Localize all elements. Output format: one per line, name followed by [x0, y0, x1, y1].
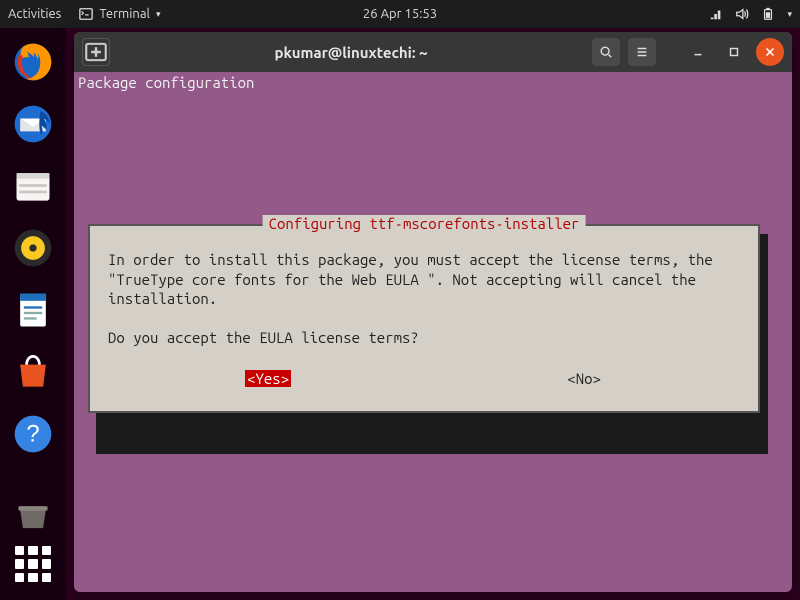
svg-text:?: ?: [26, 420, 39, 447]
focused-app-label: Terminal: [99, 7, 150, 21]
volume-icon: [735, 7, 749, 21]
gnome-topbar: Activities Terminal ▾ 26 Apr 15:53 ▾: [0, 0, 800, 28]
firefox-icon: [11, 40, 55, 84]
package-config-header: Package configuration: [74, 72, 792, 93]
thunderbird-icon: [11, 102, 55, 146]
clock[interactable]: 26 Apr 15:53: [363, 7, 437, 21]
minimize-icon: [691, 45, 705, 59]
dialog-no-button[interactable]: <No>: [565, 370, 603, 387]
focused-app-menu[interactable]: Terminal ▾: [79, 7, 160, 21]
network-icon: [709, 7, 723, 21]
dock-item-help[interactable]: ?: [7, 408, 59, 460]
system-tray[interactable]: ▾: [709, 7, 792, 21]
chevron-down-icon: ▾: [787, 9, 792, 20]
rhythmbox-icon: [11, 226, 55, 270]
software-icon: [11, 350, 55, 394]
dialog-body-text: In order to install this package, you mu…: [108, 250, 740, 348]
terminal-icon: [79, 7, 93, 21]
maximize-icon: [727, 45, 741, 59]
dock-item-thunderbird[interactable]: [7, 98, 59, 150]
dialog-title: Configuring ttf-mscorefonts-installer: [263, 215, 586, 232]
dock: ?: [0, 28, 66, 600]
chevron-down-icon: ▾: [156, 9, 161, 20]
show-applications-button[interactable]: [15, 546, 51, 582]
new-tab-button[interactable]: [82, 38, 110, 66]
dock-item-firefox[interactable]: [7, 36, 59, 88]
hamburger-icon: [635, 45, 649, 59]
dock-item-trash[interactable]: [7, 502, 59, 536]
window-title: pkumar@linuxtechi: ~: [110, 44, 592, 61]
close-button[interactable]: [756, 38, 784, 66]
maximize-button[interactable]: [720, 38, 748, 66]
dialog-yes-button[interactable]: <Yes>: [245, 370, 291, 387]
search-icon: [599, 45, 613, 59]
dock-item-writer[interactable]: [7, 284, 59, 336]
terminal-body[interactable]: Package configuration Configuring ttf-ms…: [74, 72, 792, 592]
writer-icon: [11, 288, 55, 332]
search-button[interactable]: [592, 38, 620, 66]
trash-icon: [11, 497, 55, 541]
new-tab-icon: [83, 39, 109, 65]
close-icon: [763, 45, 777, 59]
files-icon: [11, 164, 55, 208]
battery-icon: [761, 7, 775, 21]
debconf-dialog: Configuring ttf-mscorefonts-installer In…: [88, 224, 760, 413]
dock-item-rhythmbox[interactable]: [7, 222, 59, 274]
dock-item-files[interactable]: [7, 160, 59, 212]
dock-item-software[interactable]: [7, 346, 59, 398]
activities-button[interactable]: Activities: [8, 7, 61, 21]
window-titlebar: pkumar@linuxtechi: ~: [74, 32, 792, 72]
help-icon: ?: [11, 412, 55, 456]
terminal-window: pkumar@linuxtechi: ~ Package configurati…: [74, 32, 792, 592]
minimize-button[interactable]: [684, 38, 712, 66]
hamburger-menu-button[interactable]: [628, 38, 656, 66]
